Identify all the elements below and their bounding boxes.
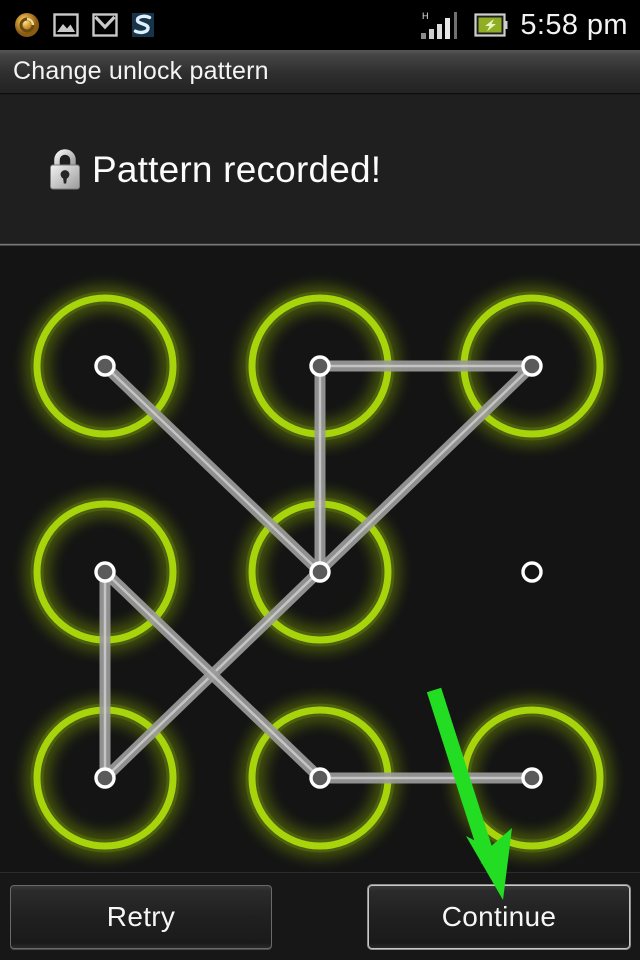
phone-screen: H 5:58 pm Change unlock pattern Pattern …	[0, 0, 640, 960]
header-message-area: Pattern recorded!	[0, 95, 640, 244]
svg-text:H: H	[422, 11, 429, 21]
pattern-canvas[interactable]	[0, 246, 640, 872]
status-bar-clock: 5:58 pm	[520, 9, 628, 41]
pattern-dot-6[interactable]	[521, 561, 543, 583]
retry-button[interactable]: Retry	[10, 885, 272, 949]
pattern-grid[interactable]	[0, 246, 640, 872]
signal-bars-icon: H	[421, 11, 458, 39]
s-app-icon	[132, 13, 154, 37]
pattern-dot-8[interactable]	[309, 767, 331, 789]
status-bar-right-icons: H 5:58 pm	[420, 0, 628, 50]
pattern-dot-3[interactable]	[521, 355, 543, 377]
gallery-icon	[53, 13, 79, 37]
page-title: Change unlock pattern	[13, 57, 269, 85]
pattern-dot-9[interactable]	[521, 767, 543, 789]
pattern-dot-4[interactable]	[94, 561, 116, 583]
title-bar: Change unlock pattern	[0, 50, 640, 94]
pattern-dot-2[interactable]	[309, 355, 331, 377]
pattern-segment-highlight-1-5	[104, 365, 321, 573]
lock-icon	[50, 148, 80, 189]
pattern-dot-5[interactable]	[309, 561, 331, 583]
gmail-icon	[92, 13, 118, 37]
action-button-bar: Retry Continue	[0, 872, 640, 960]
pattern-dot-7[interactable]	[94, 767, 116, 789]
pattern-status-text: Pattern recorded!	[92, 148, 382, 190]
pattern-status-row: Pattern recorded!	[0, 147, 381, 193]
battery-icon	[474, 13, 508, 37]
status-bar: H 5:58 pm	[0, 0, 640, 50]
continue-button-label: Continue	[441, 901, 557, 932]
continue-button[interactable]: Continue	[368, 885, 630, 949]
pattern-dot-1[interactable]	[94, 355, 116, 377]
status-bar-left-icons	[0, 12, 155, 38]
app-circle-icon	[15, 13, 39, 37]
retry-button-label: Retry	[106, 901, 176, 932]
